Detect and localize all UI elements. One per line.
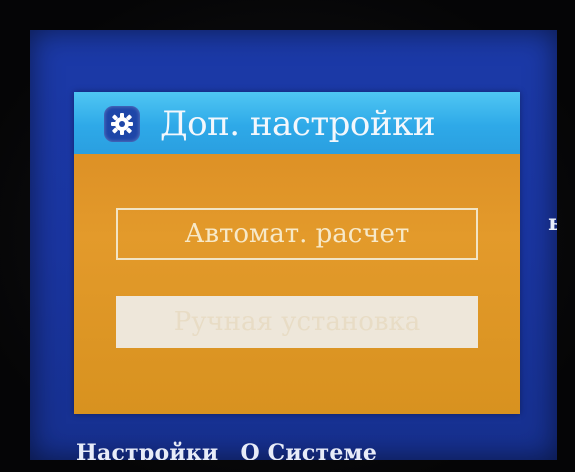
menu-item-manual-setup[interactable]: Ручная установка	[116, 296, 478, 348]
menu-item-auto-calc-label: Автомат. расчет	[184, 219, 410, 249]
gear-icon	[104, 106, 140, 142]
dialog-title: Доп. настройки	[160, 104, 435, 144]
menu-item-manual-setup-label: Ручная установка	[173, 307, 421, 337]
menu-item-auto-calc[interactable]: Автомат. расчет	[116, 208, 478, 260]
advanced-settings-dialog: Доп. настройки Автомат. расчет Ручная ус…	[74, 92, 520, 414]
bottom-about-label[interactable]: О Системе	[240, 440, 377, 460]
bottom-settings-label[interactable]: Настройки	[76, 440, 218, 460]
background-menu-fragment: ы	[548, 210, 557, 236]
dialog-title-bar: Доп. настройки	[74, 92, 520, 154]
bottom-bar: Настройки О Системе	[76, 440, 377, 460]
